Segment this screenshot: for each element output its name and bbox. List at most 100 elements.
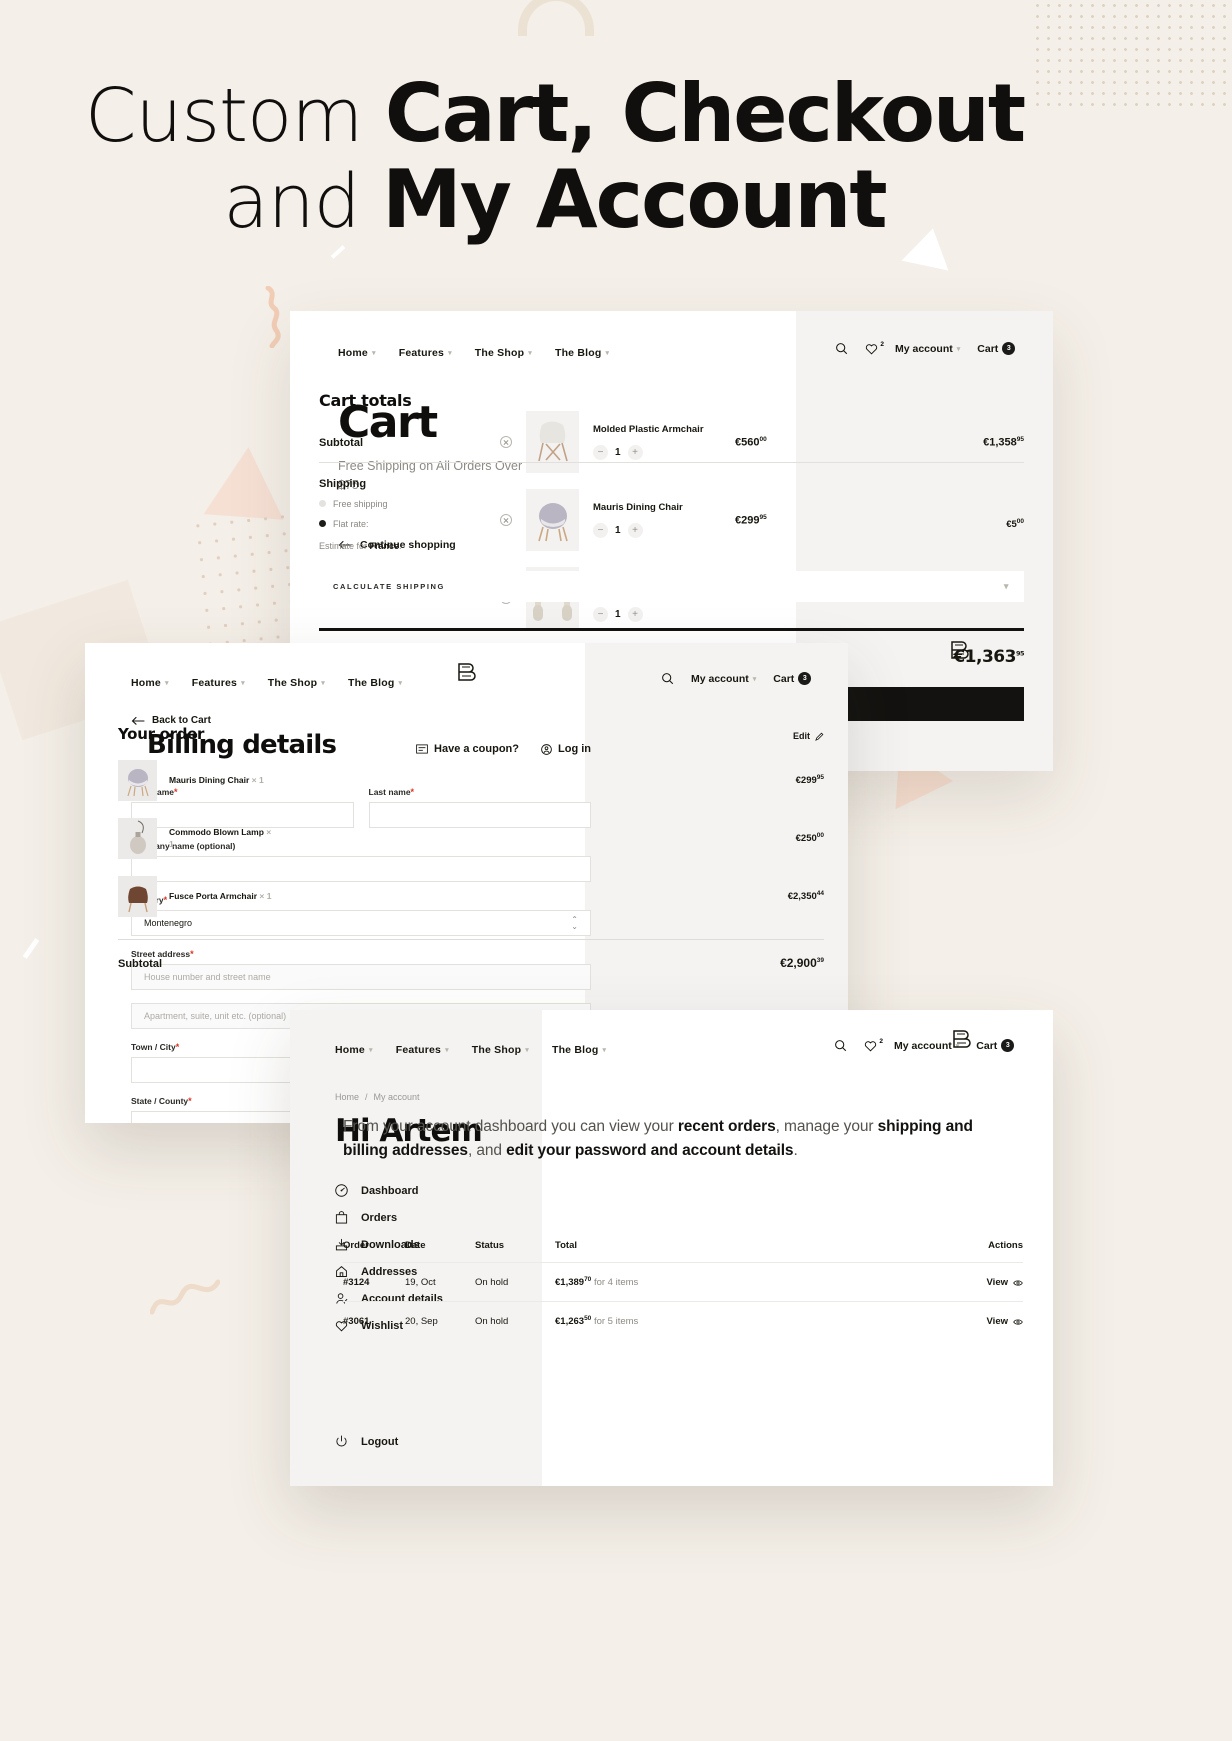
- estimate-prefix: Estimate for: [319, 540, 370, 551]
- table-row[interactable]: #3124 19, Oct On hold €1,38970 for 4 ite…: [343, 1262, 1023, 1301]
- checkout-utility-nav: My account ▾ Cart 3: [661, 672, 812, 685]
- cart-count-badge: 3: [798, 672, 812, 685]
- order-item-price: €2,35044: [788, 890, 824, 902]
- shipping-option-free[interactable]: Free shipping: [319, 499, 1024, 509]
- flat-rate-amount: €5: [1006, 518, 1017, 530]
- wishlist-link[interactable]: 2: [864, 1038, 883, 1052]
- decor-triangle-peach: [203, 444, 289, 520]
- sidebar-item-label: Dashboard: [361, 1184, 419, 1197]
- shipping-estimate: Estimate for France.: [319, 541, 1024, 551]
- fusce-porta-armchair-image: [128, 886, 148, 913]
- shipping-option-flat-rate[interactable]: Flat rate: €500: [319, 518, 1024, 530]
- cell-status: On hold: [475, 1316, 509, 1328]
- order-item-name: Commodo Blown Lamp × 1: [169, 827, 273, 849]
- item-name-text: Commodo Blown Lamp: [169, 827, 264, 838]
- cell-action-view[interactable]: View: [963, 1316, 1023, 1327]
- breadcrumb-home[interactable]: Home: [335, 1092, 359, 1102]
- nav-item-home[interactable]: Home ▾: [338, 347, 376, 359]
- decor-stroke-2: [22, 938, 40, 959]
- divider: [118, 939, 824, 940]
- nav-item-features[interactable]: Features ▾: [399, 347, 452, 359]
- cart-count-badge: 3: [1002, 342, 1016, 355]
- order-subtotal-label: Subtotal: [118, 958, 162, 970]
- item-name-text: Fusce Porta Armchair: [169, 890, 258, 901]
- chevron-down-icon: ▾: [371, 350, 376, 357]
- brand-logo[interactable]: [455, 661, 477, 688]
- my-account-link[interactable]: My account ▾: [691, 673, 756, 685]
- chevron-down-icon: ▾: [1003, 580, 1010, 591]
- chevron-down-icon: ▾: [528, 350, 532, 357]
- power-icon: [336, 1435, 347, 1447]
- total-amount: €1,389: [555, 1277, 585, 1289]
- nav-item-the-shop[interactable]: The Shop ▾: [475, 347, 532, 359]
- cart-label: Cart: [773, 672, 795, 685]
- search-icon[interactable]: [661, 672, 674, 685]
- search-icon[interactable]: [835, 342, 848, 355]
- nav-label: The Blog: [554, 347, 602, 359]
- nav-label: The Shop: [267, 677, 318, 689]
- wishlist-count: 2: [879, 1037, 883, 1045]
- bag-icon: [335, 1211, 348, 1224]
- nav-item-the-blog[interactable]: The Blog ▾: [552, 1044, 606, 1056]
- calculate-shipping-button[interactable]: CALCULATE SHIPPING ▾: [319, 570, 1024, 602]
- main-nav-links: Home ▾ Features ▾ The Shop ▾ The Blog ▾: [335, 1044, 606, 1056]
- totals-divider: [319, 627, 1024, 631]
- order-thumbnail-lamp: [118, 818, 157, 859]
- total-value: €1,36395: [953, 647, 1024, 667]
- breadcrumb-separator: /: [365, 1092, 368, 1102]
- cell-order-id: #3061: [343, 1316, 370, 1328]
- my-account-link[interactable]: My account ▾: [895, 343, 960, 355]
- breadcrumb: Home / My account: [335, 1092, 420, 1102]
- table-row[interactable]: #3061 20, Sep On hold €1,26350 for 5 ite…: [343, 1301, 1023, 1340]
- cart-link[interactable]: Cart 3: [977, 342, 1016, 355]
- nav-item-features[interactable]: Features ▾: [396, 1044, 449, 1056]
- cell-date: 20, Sep: [405, 1316, 438, 1328]
- cart-link[interactable]: Cart 3: [976, 1039, 1015, 1052]
- radio-flat-rate[interactable]: [319, 520, 326, 528]
- arrow-left-icon: [131, 716, 145, 725]
- cell-total: €1,26350 for 5 items: [555, 1315, 963, 1327]
- flat-rate-label: Flat rate:: [333, 518, 369, 529]
- order-item: Fusce Porta Armchair × 1 €2,35044: [118, 876, 824, 917]
- sidebar-item-orders[interactable]: Orders: [335, 1204, 443, 1231]
- nav-item-the-blog[interactable]: The Blog ▾: [555, 347, 609, 359]
- edit-order-link[interactable]: Edit: [793, 731, 824, 741]
- headline-line2-bold: My Account: [382, 153, 887, 246]
- your-order-heading: Your order: [118, 725, 205, 743]
- nav-item-the-shop[interactable]: The Shop ▾: [472, 1044, 529, 1056]
- intro-bold-account-details[interactable]: edit your password and account details: [506, 1142, 793, 1159]
- cell-action-view[interactable]: View: [963, 1277, 1023, 1288]
- intro-part-2: , manage your: [775, 1118, 878, 1135]
- column-header-actions: Actions: [988, 1240, 1023, 1251]
- nav-item-the-blog[interactable]: The Blog ▾: [348, 677, 402, 689]
- order-item: Mauris Dining Chair × 1 €29995: [118, 760, 824, 801]
- nav-item-features[interactable]: Features ▾: [192, 677, 245, 689]
- estimate-suffix: .: [399, 540, 402, 551]
- total-amount: €1,363: [953, 646, 1016, 667]
- sidebar-item-dashboard[interactable]: Dashboard: [335, 1177, 443, 1204]
- nav-item-the-shop[interactable]: The Shop ▾: [268, 677, 325, 689]
- decor-stroke-1: [330, 245, 346, 259]
- brand-logo[interactable]: [950, 1028, 972, 1055]
- wishlist-link[interactable]: 2: [865, 341, 884, 355]
- commodo-blown-lamp-image: [130, 820, 146, 854]
- main-nav-links: Home ▾ Features ▾ The Shop ▾ The Blog ▾: [131, 677, 402, 689]
- page-title: Custom Cart, Checkout and My Account: [0, 74, 1109, 240]
- column-header-order: Order: [343, 1240, 369, 1251]
- chevron-down-icon: ▾: [525, 1047, 529, 1054]
- nav-label: Home: [338, 347, 368, 359]
- nav-label: The Blog: [347, 677, 395, 689]
- nav-item-home[interactable]: Home ▾: [131, 677, 169, 689]
- cart-link[interactable]: Cart 3: [773, 672, 812, 685]
- intro-bold-recent-orders[interactable]: recent orders: [678, 1118, 776, 1135]
- nav-item-home[interactable]: Home ▾: [335, 1044, 373, 1056]
- chevron-down-icon: ▾: [445, 1047, 449, 1054]
- search-icon[interactable]: [834, 1039, 847, 1052]
- cell-total: €1,38970 for 4 items: [555, 1276, 963, 1288]
- chevron-down-icon: ▾: [448, 350, 452, 357]
- shipping-header-row: Shipping: [319, 478, 1024, 490]
- item-name-text: Mauris Dining Chair: [169, 774, 250, 785]
- radio-free-shipping[interactable]: [319, 500, 326, 508]
- required-marker: *: [188, 1096, 192, 1106]
- logout-button[interactable]: Logout: [335, 1435, 398, 1448]
